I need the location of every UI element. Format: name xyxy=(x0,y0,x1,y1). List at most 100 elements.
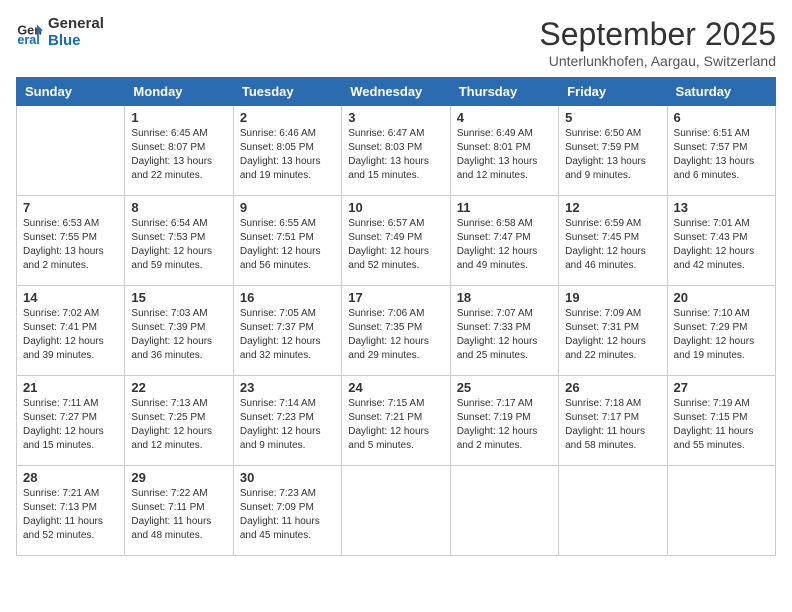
cell-info: Sunrise: 7:10 AMSunset: 7:29 PMDaylight:… xyxy=(674,307,769,363)
calendar-cell: 28 Sunrise: 7:21 AMSunset: 7:13 PMDayligh… xyxy=(17,466,125,556)
day-number: 9 xyxy=(240,200,335,215)
day-number: 12 xyxy=(565,200,660,215)
logo: Gen eral General Blue xyxy=(16,16,104,49)
day-number: 17 xyxy=(348,290,443,305)
calendar-cell: 29 Sunrise: 7:22 AMSunset: 7:11 PMDayligh… xyxy=(125,466,233,556)
logo-icon: Gen eral xyxy=(16,19,44,47)
calendar-cell: 27Sunrise: 7:19 AMSunset: 7:15 PMDayligh… xyxy=(667,376,775,466)
cell-info: Sunrise: 6:59 AMSunset: 7:45 PMDaylight:… xyxy=(565,217,660,273)
cell-info: Sunrise: 7:14 AMSunset: 7:23 PMDaylight:… xyxy=(240,397,335,453)
cell-info: Sunrise: 6:55 AMSunset: 7:51 PMDaylight:… xyxy=(240,217,335,273)
day-number: 1 xyxy=(131,110,226,125)
calendar-cell: 11 Sunrise: 6:58 AMSunset: 7:47 PMDayligh… xyxy=(450,196,558,286)
calendar-cell: 2 Sunrise: 6:46 AMSunset: 8:05 PMDaylight… xyxy=(233,106,341,196)
day-number: 22 xyxy=(131,380,226,395)
calendar-cell: 20Sunrise: 7:10 AMSunset: 7:29 PMDayligh… xyxy=(667,286,775,376)
day-header-sunday: Sunday xyxy=(17,78,125,106)
cell-info: Sunrise: 6:51 AMSunset: 7:57 PMDaylight:… xyxy=(674,127,769,183)
calendar-cell: 9 Sunrise: 6:55 AMSunset: 7:51 PMDaylight… xyxy=(233,196,341,286)
day-number: 30 xyxy=(240,470,335,485)
calendar-cell xyxy=(450,466,558,556)
calendar-cell: 5 Sunrise: 6:50 AMSunset: 7:59 PMDaylight… xyxy=(559,106,667,196)
day-number: 8 xyxy=(131,200,226,215)
calendar-cell: 15 Sunrise: 7:03 AMSunset: 7:39 PMDayligh… xyxy=(125,286,233,376)
week-row-3: 14Sunrise: 7:02 AMSunset: 7:41 PMDayligh… xyxy=(17,286,776,376)
week-row-1: 1Sunrise: 6:45 AMSunset: 8:07 PMDaylight… xyxy=(17,106,776,196)
day-header-monday: Monday xyxy=(125,78,233,106)
calendar-cell: 22 Sunrise: 7:13 AMSunset: 7:25 PMDayligh… xyxy=(125,376,233,466)
day-header-tuesday: Tuesday xyxy=(233,78,341,106)
calendar-cell xyxy=(342,466,450,556)
calendar: SundayMondayTuesdayWednesdayThursdayFrid… xyxy=(16,77,776,556)
logo-text-general: General xyxy=(48,16,104,33)
cell-info: Sunrise: 7:13 AMSunset: 7:25 PMDaylight:… xyxy=(131,397,226,453)
day-number: 18 xyxy=(457,290,552,305)
day-number: 13 xyxy=(674,200,769,215)
week-row-5: 28 Sunrise: 7:21 AMSunset: 7:13 PMDayligh… xyxy=(17,466,776,556)
day-header-wednesday: Wednesday xyxy=(342,78,450,106)
cell-info: Sunrise: 7:09 AMSunset: 7:31 PMDaylight:… xyxy=(565,307,660,363)
day-number: 28 xyxy=(23,470,118,485)
page-header: Gen eral General Blue September 2025 Unt… xyxy=(16,16,776,69)
cell-info: Sunrise: 6:46 AMSunset: 8:05 PMDaylight:… xyxy=(240,127,335,183)
day-number: 19 xyxy=(565,290,660,305)
title-block: September 2025 Unterlunkhofen, Aargau, S… xyxy=(539,16,776,69)
calendar-cell: 12 Sunrise: 6:59 AMSunset: 7:45 PMDayligh… xyxy=(559,196,667,286)
calendar-cell: 19 Sunrise: 7:09 AMSunset: 7:31 PMDayligh… xyxy=(559,286,667,376)
day-header-saturday: Saturday xyxy=(667,78,775,106)
cell-info: Sunrise: 7:15 AMSunset: 7:21 PMDaylight:… xyxy=(348,397,443,453)
day-number: 29 xyxy=(131,470,226,485)
calendar-cell: 24 Sunrise: 7:15 AMSunset: 7:21 PMDayligh… xyxy=(342,376,450,466)
day-number: 4 xyxy=(457,110,552,125)
calendar-cell xyxy=(559,466,667,556)
cell-info: Sunrise: 7:01 AMSunset: 7:43 PMDaylight:… xyxy=(674,217,769,273)
week-row-2: 7Sunrise: 6:53 AMSunset: 7:55 PMDaylight… xyxy=(17,196,776,286)
calendar-cell: 16 Sunrise: 7:05 AMSunset: 7:37 PMDayligh… xyxy=(233,286,341,376)
cell-info: Sunrise: 6:47 AMSunset: 8:03 PMDaylight:… xyxy=(348,127,443,183)
day-number: 10 xyxy=(348,200,443,215)
calendar-cell: 1Sunrise: 6:45 AMSunset: 8:07 PMDaylight… xyxy=(125,106,233,196)
day-number: 16 xyxy=(240,290,335,305)
cell-info: Sunrise: 7:21 AMSunset: 7:13 PMDaylight:… xyxy=(23,487,118,543)
day-number: 15 xyxy=(131,290,226,305)
cell-info: Sunrise: 7:18 AMSunset: 7:17 PMDaylight:… xyxy=(565,397,660,453)
svg-text:eral: eral xyxy=(17,33,39,47)
day-number: 3 xyxy=(348,110,443,125)
cell-info: Sunrise: 7:23 AMSunset: 7:09 PMDaylight:… xyxy=(240,487,335,543)
day-header-thursday: Thursday xyxy=(450,78,558,106)
calendar-cell: 7Sunrise: 6:53 AMSunset: 7:55 PMDaylight… xyxy=(17,196,125,286)
calendar-cell: 8Sunrise: 6:54 AMSunset: 7:53 PMDaylight… xyxy=(125,196,233,286)
day-number: 21 xyxy=(23,380,118,395)
calendar-cell: 21 Sunrise: 7:11 AMSunset: 7:27 PMDayligh… xyxy=(17,376,125,466)
calendar-cell: 13 Sunrise: 7:01 AMSunset: 7:43 PMDayligh… xyxy=(667,196,775,286)
cell-info: Sunrise: 7:03 AMSunset: 7:39 PMDaylight:… xyxy=(131,307,226,363)
cell-info: Sunrise: 6:58 AMSunset: 7:47 PMDaylight:… xyxy=(457,217,552,273)
day-number: 2 xyxy=(240,110,335,125)
calendar-cell: 10 Sunrise: 6:57 AMSunset: 7:49 PMDayligh… xyxy=(342,196,450,286)
cell-info: Sunrise: 6:50 AMSunset: 7:59 PMDaylight:… xyxy=(565,127,660,183)
cell-info: Sunrise: 6:49 AMSunset: 8:01 PMDaylight:… xyxy=(457,127,552,183)
day-number: 5 xyxy=(565,110,660,125)
calendar-cell: 26Sunrise: 7:18 AMSunset: 7:17 PMDayligh… xyxy=(559,376,667,466)
cell-info: Sunrise: 7:22 AMSunset: 7:11 PMDaylight:… xyxy=(131,487,226,543)
calendar-cell: 23Sunrise: 7:14 AMSunset: 7:23 PMDayligh… xyxy=(233,376,341,466)
calendar-cell: 6Sunrise: 6:51 AMSunset: 7:57 PMDaylight… xyxy=(667,106,775,196)
month-title: September 2025 xyxy=(539,16,776,53)
day-number: 11 xyxy=(457,200,552,215)
logo-text-blue: Blue xyxy=(48,33,104,50)
cell-info: Sunrise: 7:05 AMSunset: 7:37 PMDaylight:… xyxy=(240,307,335,363)
day-number: 24 xyxy=(348,380,443,395)
cell-info: Sunrise: 7:19 AMSunset: 7:15 PMDaylight:… xyxy=(674,397,769,453)
cell-info: Sunrise: 7:07 AMSunset: 7:33 PMDaylight:… xyxy=(457,307,552,363)
calendar-cell: 17 Sunrise: 7:06 AMSunset: 7:35 PMDayligh… xyxy=(342,286,450,376)
calendar-cell: 14Sunrise: 7:02 AMSunset: 7:41 PMDayligh… xyxy=(17,286,125,376)
cell-info: Sunrise: 6:57 AMSunset: 7:49 PMDaylight:… xyxy=(348,217,443,273)
cell-info: Sunrise: 7:02 AMSunset: 7:41 PMDaylight:… xyxy=(23,307,118,363)
day-number: 7 xyxy=(23,200,118,215)
cell-info: Sunrise: 7:11 AMSunset: 7:27 PMDaylight:… xyxy=(23,397,118,453)
calendar-cell xyxy=(17,106,125,196)
calendar-cell: 18 Sunrise: 7:07 AMSunset: 7:33 PMDayligh… xyxy=(450,286,558,376)
calendar-cell: 3 Sunrise: 6:47 AMSunset: 8:03 PMDaylight… xyxy=(342,106,450,196)
location: Unterlunkhofen, Aargau, Switzerland xyxy=(539,53,776,69)
cell-info: Sunrise: 7:06 AMSunset: 7:35 PMDaylight:… xyxy=(348,307,443,363)
